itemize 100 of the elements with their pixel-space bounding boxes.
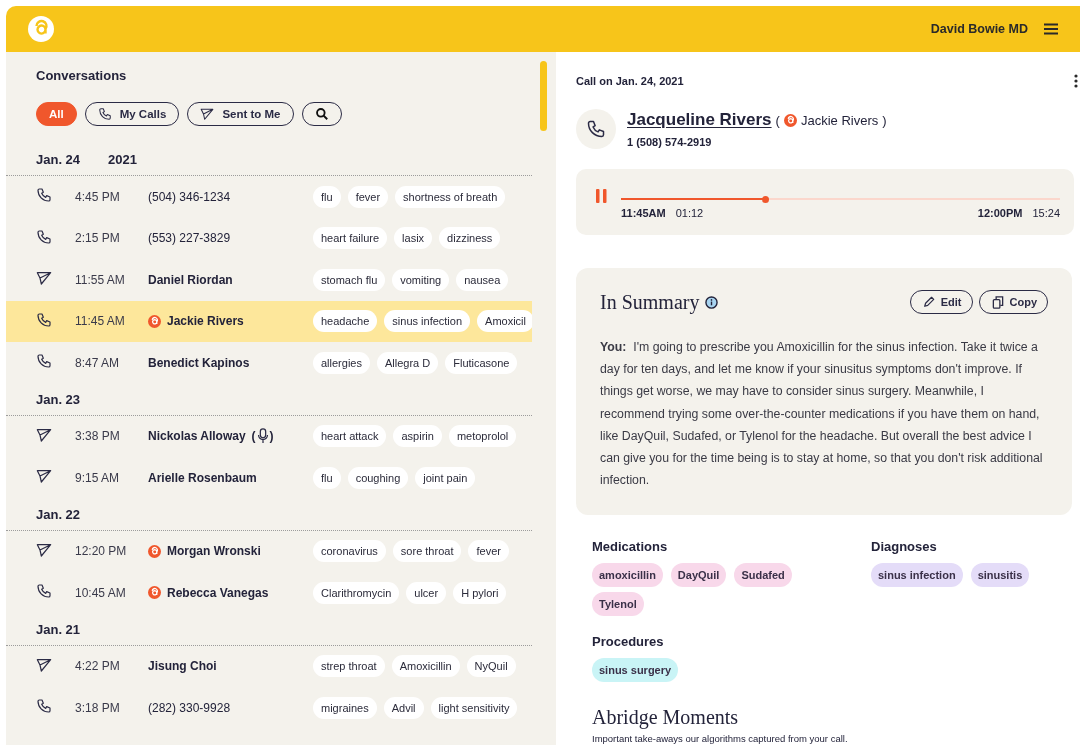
date-heading: Jan. 24 — [36, 152, 81, 167]
tag: stomach flu — [313, 268, 386, 291]
conversation-row[interactable]: 11:45 AM Jackie Rivers headache sinus infection Amoxicil — [6, 300, 532, 342]
conversation-row[interactable]: 3:18 PM (282) 330-9928 migraines Advil light sensitivity — [6, 687, 532, 729]
summary-title: In Summary — [600, 290, 700, 314]
conversation-row[interactable]: 9:15 AM Arielle Rosenbaum flu coughing joint pain — [6, 457, 532, 499]
contact-name: Benedict Kapinos — [148, 355, 250, 370]
tag: Amoxicillin — [391, 655, 460, 678]
tag: sore throat — [392, 540, 462, 563]
tag: aspirin — [393, 425, 442, 448]
start-time: 11:45AM — [621, 207, 666, 219]
abridge-badge-icon — [148, 544, 161, 558]
paper-plane-icon — [36, 541, 52, 558]
tag: heart failure — [313, 227, 388, 250]
tag: sinus infection — [871, 563, 963, 588]
year-heading: 2021 — [108, 152, 137, 167]
contact-name-link[interactable]: Jacqueline Rivers — [627, 110, 772, 130]
contact-name: Morgan Wronski — [167, 544, 261, 559]
tag: Advil — [383, 696, 424, 719]
bracket: ( — [251, 429, 256, 444]
tag: joint pain — [415, 466, 476, 489]
paper-plane-icon — [200, 107, 215, 121]
date-heading: Jan. 23 — [36, 391, 81, 407]
abridge-badge-icon — [148, 586, 161, 600]
tag: Allegra D — [376, 351, 439, 374]
scrollbar[interactable] — [540, 61, 547, 131]
bracket: ) — [882, 112, 887, 128]
date-heading: Jan. 22 — [36, 506, 81, 522]
duration: 15:24 — [1032, 207, 1060, 219]
tag: H pylori — [453, 581, 507, 604]
contact-name: Jisung Choi — [148, 659, 217, 674]
bracket: ( — [775, 112, 780, 128]
copy-icon — [991, 295, 1004, 309]
phone-icon — [36, 698, 52, 715]
paper-plane-icon — [36, 468, 52, 485]
conversation-row[interactable]: 10:45 AM Rebecca Vanegas Clarithromycin ulcer H pylori — [6, 572, 532, 614]
phone-number: (282) 330-9928 — [148, 700, 231, 715]
conversation-row[interactable]: 3:38 PM Nickolas Alloway ( ) heart attack aspirin metoprolol — [6, 415, 532, 457]
more-icon[interactable] — [1074, 74, 1078, 88]
contact-name: Nickolas Alloway — [148, 429, 246, 444]
section-heading: Procedures — [592, 634, 665, 650]
call-time: 4:45 PM — [75, 189, 121, 204]
summary-text: You: I'm going to prescribe you Amoxicillin for the sinus infection. Take it twice a day for ten days, and let me know if your sinusitus symptoms don't improve. If things get worse, we may have to consider sinus surgery. Meanwhile, I recommend trying some over-the-counter medications if you have them on hand, like DayQuil, Sudafed, or Tylenol for the headache. But overall the best advice I can give you for the time being is to stay at home, so that you don't risk additional infection. — [600, 339, 1044, 490]
tag: ulcer — [406, 581, 447, 604]
tag: vomiting — [392, 268, 450, 291]
tag: heart attack — [313, 425, 387, 448]
contact-name: Jackie Rivers — [167, 314, 244, 329]
conversation-row[interactable]: 4:45 PM (504) 346-1234 flu fever shortness of breath — [6, 176, 532, 218]
progress-thumb[interactable] — [762, 195, 770, 203]
call-time: 3:18 PM — [75, 700, 121, 715]
tag: Fluticasone — [445, 351, 518, 374]
contact-name: Rebecca Vanegas — [167, 585, 269, 600]
elapsed-time: 01:12 — [675, 207, 704, 219]
tag: coronavirus — [313, 540, 386, 563]
paper-plane-icon — [36, 426, 52, 443]
conversation-row[interactable]: 12:20 PM Morgan Wronski coronavirus sore throat fever — [6, 530, 532, 572]
call-time: 3:38 PM — [75, 429, 121, 444]
tag: strep throat — [313, 655, 385, 678]
phone-icon — [36, 311, 52, 328]
contact-alias: Jackie Rivers — [800, 112, 879, 128]
pause-icon[interactable] — [596, 189, 607, 203]
tag: sinusitis — [970, 563, 1030, 588]
call-date: Call on Jan. 24, 2021 — [576, 75, 684, 87]
tag: amoxicillin — [592, 563, 663, 588]
tag: Tylenol — [592, 592, 644, 617]
tag: fever — [468, 540, 509, 563]
conversation-row[interactable]: 8:47 AM Benedict Kapinos allergies Allegra D Fluticasone — [6, 342, 532, 384]
paper-plane-icon — [36, 270, 52, 287]
logo-icon[interactable] — [28, 16, 54, 42]
call-time: 4:22 PM — [75, 659, 121, 674]
call-time: 11:55 AM — [75, 272, 126, 287]
call-time: 9:15 AM — [75, 470, 121, 485]
menu-icon[interactable] — [1044, 23, 1058, 35]
tag: nausea — [456, 268, 509, 291]
search-icon — [314, 107, 329, 121]
tag: metoprolol — [448, 425, 517, 448]
phone-number: 1 (508) 574-2919 — [627, 136, 713, 148]
conversation-row[interactable]: 4:22 PM Jisung Choi strep throat Amoxicillin NyQuil — [6, 645, 532, 687]
conversation-row[interactable]: 2:15 PM (553) 227-3829 heart failure lasix dizziness — [6, 217, 532, 259]
call-time: 10:45 AM — [75, 585, 127, 600]
conversation-row[interactable]: 11:55 AM Daniel Riordan stomach flu vomiting nausea — [6, 259, 532, 301]
call-time: 2:15 PM — [75, 231, 121, 246]
moments-subtitle: Important take-aways our algorithms captured from your call. — [592, 733, 849, 745]
section-heading: Diagnoses — [871, 539, 938, 555]
phone-number: (553) 227-3829 — [148, 231, 231, 246]
tag: coughing — [347, 466, 409, 489]
abridge-badge-icon — [783, 113, 797, 127]
tag: flu — [313, 466, 341, 489]
phone-icon — [586, 119, 606, 139]
tag: Clarithromycin — [313, 581, 400, 604]
date-heading: Jan. 21 — [36, 621, 81, 637]
tag: light sensitivity — [430, 696, 518, 719]
bracket: ) — [269, 429, 274, 444]
contact-name: Daniel Riordan — [148, 272, 233, 287]
pencil-icon — [922, 296, 935, 308]
tag: lasix — [394, 227, 433, 250]
tag: sinus surgery — [592, 658, 679, 683]
info-icon[interactable] — [705, 295, 719, 309]
phone-icon — [97, 107, 112, 121]
tag: dizziness — [439, 227, 501, 250]
